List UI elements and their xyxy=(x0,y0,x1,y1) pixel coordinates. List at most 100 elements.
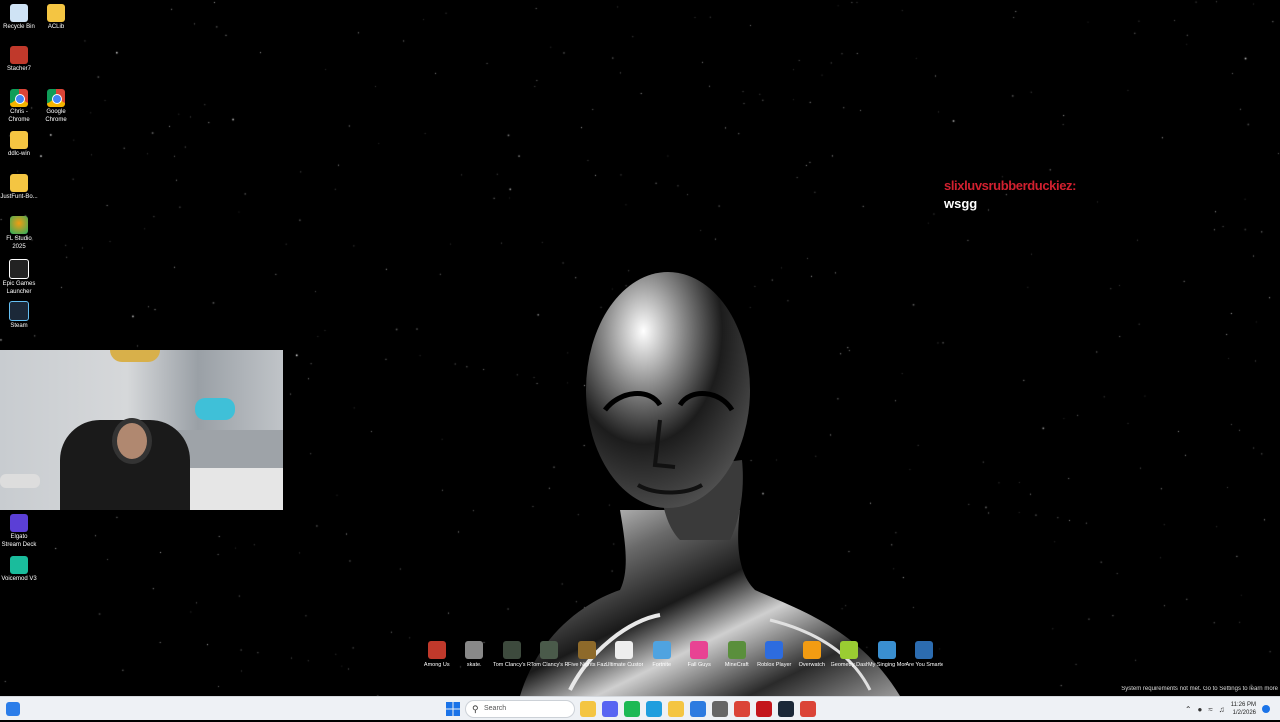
clock-time: 11:26 PM xyxy=(1230,702,1256,708)
desktop-icon[interactable]: JustFunt-Bo... xyxy=(0,174,38,202)
game-shortcut[interactable]: Ultimate Custom... xyxy=(605,641,644,681)
desktop-icon-label: Steam xyxy=(10,323,28,329)
desktop-icon[interactable]: Recycle Bin xyxy=(0,4,38,32)
game-shortcut[interactable]: Fortnite xyxy=(643,641,681,681)
file-explorer-icon[interactable] xyxy=(580,701,596,717)
system-tray: ⌃ ● ≈ ♫ 11:26 PM 1/2/2026 xyxy=(1185,699,1270,719)
game-shortcut[interactable]: Overwatch xyxy=(793,641,831,681)
desktop-icon[interactable]: ACLib xyxy=(37,4,75,32)
taskbar: ⚲ Search ⌃ ● ≈ ♫ 11:26 PM 1/2/2026 xyxy=(0,696,1280,720)
game-shortcut[interactable]: Among Us xyxy=(418,641,456,681)
desktop-icon-label: ACLib xyxy=(47,24,65,30)
desktop-icon[interactable]: Elgato Stream Deck xyxy=(0,514,38,549)
game-shortcut-icon xyxy=(802,641,821,659)
game-shortcut-label: skate. xyxy=(466,662,482,668)
game-shortcut-icon xyxy=(540,641,559,659)
desktop-icon[interactable]: Voicemod V3 xyxy=(0,556,38,584)
desktop-icon-label: ddlc-win xyxy=(7,151,30,157)
volume-icon[interactable]: ♫ xyxy=(1219,705,1225,714)
game-shortcut-icon xyxy=(877,641,896,659)
desktop-icon-label: JustFunt-Bo... xyxy=(0,194,38,200)
system-requirements-notice: System requirements not met. Go to Setti… xyxy=(1121,686,1278,692)
taskbar-search[interactable]: ⚲ Search xyxy=(465,700,575,718)
spotify-icon[interactable] xyxy=(624,701,640,717)
chat-message: wsgg xyxy=(944,196,978,211)
folder-icon xyxy=(10,174,28,192)
desktop-icon[interactable]: ddlc-win xyxy=(0,131,38,159)
game-shortcut[interactable]: Roblox Player xyxy=(756,641,794,681)
game-shortcut-label: Ultimate Custom... xyxy=(605,662,644,668)
desktop-icon[interactable]: Stacher7 xyxy=(0,46,38,74)
game-shortcut[interactable]: My Singing Monsters xyxy=(868,641,906,681)
chrome-icon xyxy=(10,89,28,107)
notification-icon[interactable] xyxy=(1262,705,1270,713)
clock-date: 1/2/2026 xyxy=(1232,710,1256,716)
game-shortcut[interactable]: Fall Guys xyxy=(681,641,719,681)
desktop-game-shortcuts: Among Us skate. Tom Clancy's Rainbow Si...… xyxy=(418,641,943,681)
desktop-icon[interactable]: Google Chrome xyxy=(37,89,75,124)
game-shortcut-icon xyxy=(652,641,671,659)
desktop-icon-label: Voicemod V3 xyxy=(1,576,37,582)
game-shortcut[interactable]: MineCraft xyxy=(718,641,756,681)
game-shortcut[interactable]: Five Nights Fazbear... xyxy=(568,641,606,681)
folder-icon xyxy=(10,131,28,149)
game-shortcut-icon xyxy=(577,641,596,659)
steam-icon xyxy=(9,301,29,321)
game-shortcut[interactable]: Tom Clancy's Rainbow Si... xyxy=(530,641,569,681)
game-shortcut-icon xyxy=(615,641,634,659)
search-placeholder: Search xyxy=(484,705,507,712)
game-shortcut-label: Geometry Dash xyxy=(830,662,869,668)
voicemod-icon xyxy=(10,556,28,574)
game-shortcut-icon xyxy=(727,641,746,659)
windows-logo-icon xyxy=(446,702,460,716)
mic-tray-icon[interactable]: ● xyxy=(1198,705,1203,714)
folder-icon xyxy=(47,4,65,22)
webcam-overlay xyxy=(0,350,283,510)
clock[interactable]: 11:26 PM 1/2/2026 xyxy=(1231,701,1256,717)
game-shortcut-icon xyxy=(502,641,521,659)
network-icon[interactable]: ≈ xyxy=(1208,705,1212,714)
chevron-up-icon[interactable]: ⌃ xyxy=(1185,705,1192,714)
game-shortcut-label: Among Us xyxy=(423,662,450,668)
chrome-profile-icon[interactable] xyxy=(800,701,816,717)
game-shortcut[interactable]: Tom Clancy's Rainbow Si... xyxy=(493,641,531,681)
chrome-icon[interactable] xyxy=(734,701,750,717)
game-shortcut-label: Overwatch xyxy=(798,662,825,668)
chrome-statue-wallpaper xyxy=(520,272,900,696)
game-shortcut-label: Tom Clancy's Rainbow Si... xyxy=(493,662,531,668)
chrome-icon xyxy=(47,89,65,107)
desktop-icon-label: Google Chrome xyxy=(45,109,67,123)
desktop-icon-label: Recycle Bin xyxy=(3,24,35,30)
desktop-icon-label: Stacher7 xyxy=(6,66,31,72)
acrobat-icon[interactable] xyxy=(756,701,772,717)
game-shortcut[interactable]: skate. xyxy=(456,641,494,681)
stacher-app-icon xyxy=(10,46,28,64)
game-shortcut-label: Tom Clancy's Rainbow Si... xyxy=(530,662,569,668)
chat-overlay: slixluvsrubberduckiez: wsgg xyxy=(944,178,1076,211)
game-shortcut-label: My Singing Monsters xyxy=(868,662,906,668)
recycle-bin-icon xyxy=(10,4,28,22)
start-button[interactable] xyxy=(445,701,461,717)
desktop-icon-label: Epic Games Launcher xyxy=(2,281,36,295)
game-shortcut[interactable]: Are You Smarter th... xyxy=(906,641,943,681)
fl-studio-icon xyxy=(10,216,28,234)
desktop-icon[interactable]: FL Studio 2025 xyxy=(0,216,38,251)
desktop-icon[interactable]: Steam xyxy=(0,301,38,331)
game-shortcut-icon xyxy=(427,641,446,659)
discord-icon[interactable] xyxy=(602,701,618,717)
desktop-icon-label: FL Studio 2025 xyxy=(6,236,32,250)
game-shortcut-label: MineCraft xyxy=(724,662,749,668)
mic-icon[interactable] xyxy=(712,701,728,717)
game-shortcut-icon xyxy=(765,641,784,659)
epic-games-icon xyxy=(9,259,29,279)
desktop-icon[interactable]: Epic Games Launcher xyxy=(0,259,38,296)
game-shortcut-label: Five Nights Fazbear... xyxy=(568,662,606,668)
folder-icon[interactable] xyxy=(668,701,684,717)
desktop-icon[interactable]: Chris - Chrome xyxy=(0,89,38,124)
game-shortcut[interactable]: Geometry Dash xyxy=(830,641,869,681)
store-icon[interactable] xyxy=(690,701,706,717)
stream-deck-icon xyxy=(10,514,28,532)
edge-icon[interactable] xyxy=(646,701,662,717)
steam-icon[interactable] xyxy=(778,701,794,717)
widgets-icon[interactable] xyxy=(6,702,20,716)
